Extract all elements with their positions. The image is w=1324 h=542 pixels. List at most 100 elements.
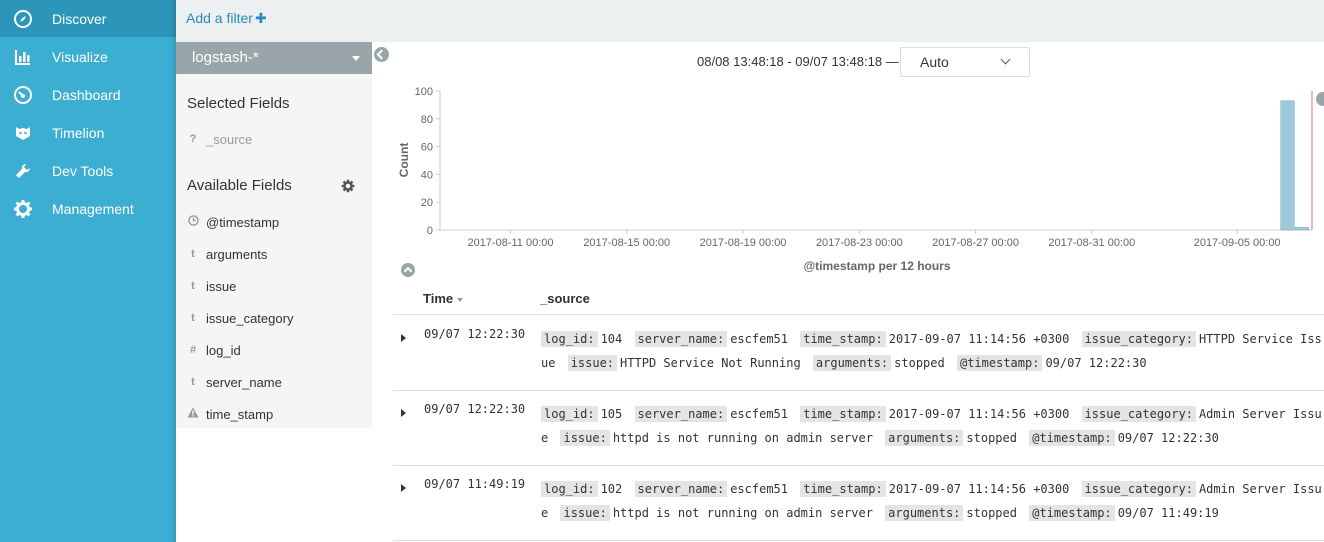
x-axis-title: @timestamp per 12 hours [803,259,950,273]
chevron-down-icon [1000,54,1011,65]
nav-item-discover[interactable]: Discover [0,0,176,37]
y-tick-label: 20 [421,197,433,209]
x-tick-label: 2017-09-05 00:00 [1194,237,1281,249]
field-name: server_name [206,374,282,390]
expand-row-caret-right-icon[interactable] [401,409,406,417]
field-name: _source [206,131,253,147]
field-item-issue[interactable]: t issue [176,274,372,298]
warning-icon [187,407,199,421]
field-name: arguments [206,246,268,262]
field-item-source[interactable]: ? _source [176,127,372,151]
row-time: 09/07 11:49:19 [424,477,526,491]
nav-item-visualize[interactable]: Visualize [0,38,176,75]
index-pattern-label: logstash-* [192,49,259,66]
y-tick-label: 60 [421,142,433,154]
x-tick-label: 2017-08-31 00:00 [1048,237,1135,249]
field-name: time_stamp [206,406,274,422]
field-item-issue-category[interactable]: t issue_category [176,306,372,330]
x-tick-label: 2017-08-15 00:00 [583,237,670,249]
x-tick-label: 2017-08-11 00:00 [467,237,553,249]
nav-label: Discover [52,10,107,27]
source-field-value: stopped [966,506,1017,520]
chart-edge-handle[interactable] [1316,92,1324,106]
histogram-bar[interactable] [1280,100,1295,231]
source-field-key: issue_category: [1081,406,1196,422]
nav-item-management[interactable]: Management [0,190,176,227]
source-field-value: stopped [894,356,945,370]
field-item-arguments[interactable]: t arguments [176,242,372,266]
source-field-key: issue: [560,430,610,446]
source-field-key: server_name: [634,406,728,422]
field-settings-gear-icon[interactable] [341,179,355,193]
field-sidebar: logstash-* Selected Fields ? _source Ava… [176,42,372,428]
interval-value: Auto [920,54,949,70]
time-range-label: 08/08 13:48:18 - 09/07 13:48:18 — [697,54,899,69]
source-field-value: escfem51 [730,332,788,346]
source-column-header: _source [540,291,590,306]
collapse-sidebar-chevron-left-icon[interactable] [374,47,389,62]
field-type-string: t [191,248,195,260]
y-tick-label: 40 [421,169,433,181]
y-axis-title: Count [397,143,411,178]
gear-icon [12,198,34,220]
histogram-bars [1280,91,1313,231]
collapse-chart-chevron-up-icon[interactable] [401,263,415,277]
selected-fields-title: Selected Fields [187,95,290,112]
timelion-icon [12,122,34,144]
field-item-log-id[interactable]: # log_id [176,338,372,362]
source-field-value: 09/07 12:22:30 [1045,356,1147,370]
source-field-value: 09/07 11:49:19 [1117,506,1219,520]
row-source: log_id: 102 server_name: escfem51 time_sta… [541,477,1324,529]
source-field-key: @timestamp: [1029,505,1115,521]
source-field-key: issue_category: [1081,481,1196,497]
add-filter-button[interactable]: Add a filter ✚ [186,10,267,27]
table-row[interactable]: 09/07 12:22:30 log_id: 104 server_name: es… [393,316,1324,391]
source-field-key: log_id: [541,331,598,347]
nav-item-dashboard[interactable]: Dashboard [0,76,176,113]
row-source: log_id: 105 server_name: escfem51 time_sta… [541,402,1324,454]
source-field-value: escfem51 [730,407,788,421]
source-field-key: issue_category: [1081,331,1196,347]
filter-bar: Add a filter ✚ [176,0,1324,42]
gauge-icon [12,84,34,106]
y-tick-label: 0 [427,225,433,237]
table-row[interactable]: 09/07 11:49:19 log_id: 102 server_name: es… [393,466,1324,541]
table-row[interactable]: 09/07 12:22:30 log_id: 105 server_name: es… [393,391,1324,466]
nav-label: Visualize [52,48,108,65]
source-field-value: httpd is not running on admin server [612,506,873,520]
expand-row-caret-right-icon[interactable] [401,484,406,492]
source-field-key: time_stamp: [800,406,886,422]
index-pattern-selector[interactable]: logstash-* [176,42,372,74]
interval-select[interactable]: Auto [900,47,1030,77]
source-field-value: 102 [600,482,623,496]
x-tick-label: 2017-08-23 00:00 [816,237,903,249]
source-field-key: arguments: [812,355,892,371]
expand-row-caret-right-icon[interactable] [401,334,406,342]
source-field-key: issue: [567,355,618,371]
source-field-value: 104 [600,332,623,346]
caret-down-icon [352,56,360,61]
field-item-time-stamp[interactable]: time_stamp [176,402,372,426]
row-time: 09/07 12:22:30 [424,402,526,416]
nav-item-dev-tools[interactable]: Dev Tools [0,152,176,189]
field-type-string: t [191,376,195,388]
source-field-value: stopped [966,431,1017,445]
time-column-header[interactable]: Time [423,291,464,306]
histogram-bar[interactable] [1295,226,1310,231]
nav-label: Timelion [52,124,105,141]
x-tick-label: 2017-08-19 00:00 [700,237,787,249]
source-field-key: log_id: [541,481,598,497]
field-item-server-name[interactable]: t server_name [176,370,372,394]
nav-item-timelion[interactable]: Timelion [0,114,176,151]
sort-down-icon[interactable] [457,297,464,302]
doc-table-header: Time _source [393,285,1324,315]
source-field-key: @timestamp: [956,355,1043,371]
y-tick-label: 100 [415,86,433,98]
available-fields-title: Available Fields [187,177,292,194]
source-field-key: @timestamp: [1029,430,1115,446]
source-field-value: escfem51 [730,482,788,496]
nav-label: Dashboard [52,86,121,103]
source-field-value: HTTPD Service Not Running [620,356,801,370]
row-source: log_id: 104 server_name: escfem51 time_sta… [541,327,1324,379]
field-item-timestamp[interactable]: @timestamp [176,210,372,234]
